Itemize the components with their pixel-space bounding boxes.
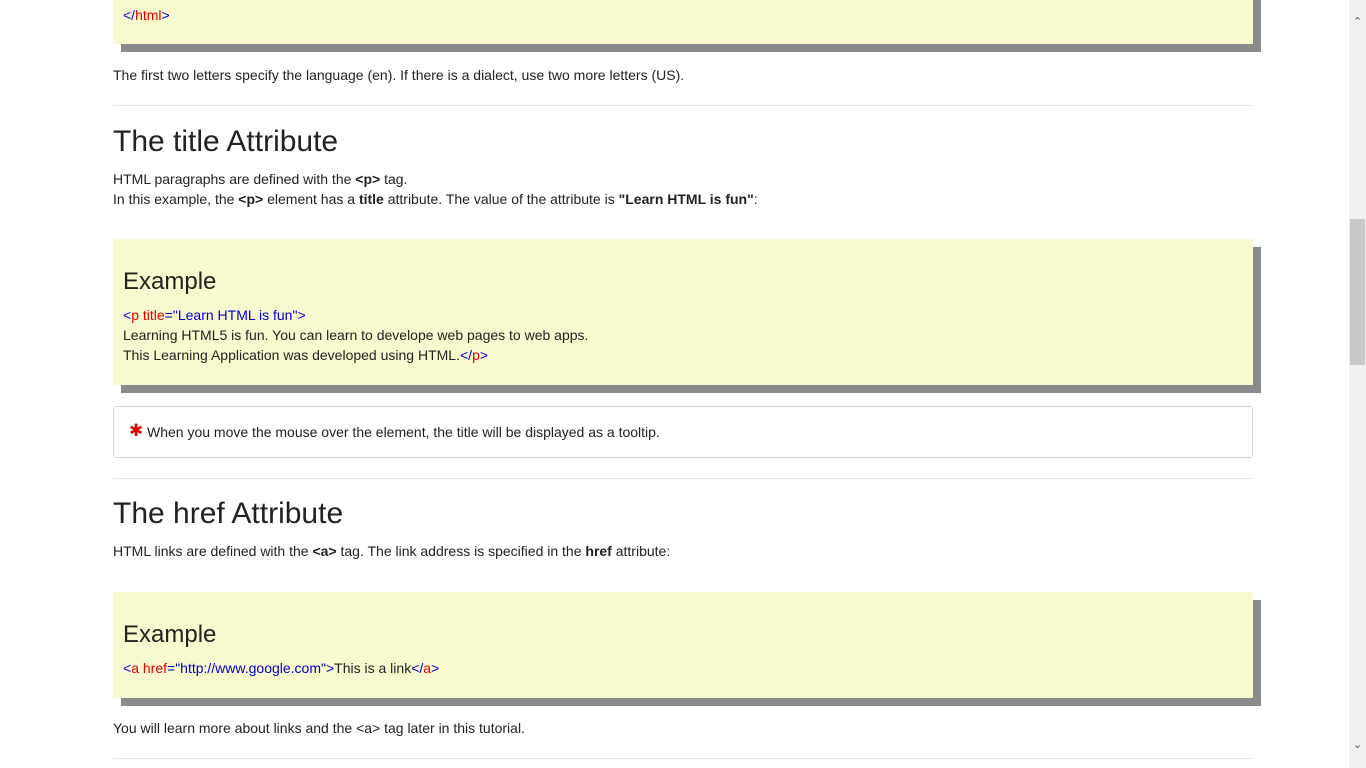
scroll-up-icon[interactable]: ⌃ xyxy=(1349,14,1366,31)
title-intro-line2: In this example, the <p> element has a t… xyxy=(113,191,758,207)
scrollbar-thumb[interactable] xyxy=(1350,219,1365,365)
example-box-href: Example <a href="http://www.google.com">… xyxy=(113,592,1253,698)
divider xyxy=(113,478,1253,479)
href-intro: HTML links are defined with the <a> tag.… xyxy=(113,543,671,559)
vertical-scrollbar[interactable]: ⌃ ⌄ xyxy=(1349,0,1366,768)
divider xyxy=(113,758,1253,759)
section-heading-href: The href Attribute xyxy=(113,497,344,530)
href-after-note: You will learn more about links and the … xyxy=(113,720,525,736)
code-block-title: <p title="Learn HTML is fun"> Learning H… xyxy=(123,305,588,365)
note-text: When you move the mouse over the element… xyxy=(147,424,660,440)
tooltip-note: ✱ When you move the mouse over the eleme… xyxy=(113,406,1253,458)
example-label: Example xyxy=(123,621,217,648)
code-line-text2: This Learning Application was developed … xyxy=(123,347,489,363)
section-heading-title: The title Attribute xyxy=(113,125,339,158)
lang-note: The first two letters specify the langua… xyxy=(113,67,685,83)
scroll-down-icon[interactable]: ⌄ xyxy=(1349,737,1366,754)
code-closing-html: </html> xyxy=(123,7,170,23)
example-box-lang: </html> xyxy=(113,0,1253,44)
code-line-text1: Learning HTML5 is fun. You can learn to … xyxy=(123,327,589,343)
title-intro-line1: HTML paragraphs are defined with the <p>… xyxy=(113,171,408,187)
code-block-href: <a href="http://www.google.com">This is … xyxy=(123,660,440,676)
example-label: Example xyxy=(123,268,217,295)
code-line-open-tag: <p title="Learn HTML is fun"> xyxy=(123,307,306,323)
divider xyxy=(113,105,1253,106)
asterisk-icon: ✱ xyxy=(129,421,144,440)
example-box-title: Example <p title="Learn HTML is fun"> Le… xyxy=(113,239,1253,385)
